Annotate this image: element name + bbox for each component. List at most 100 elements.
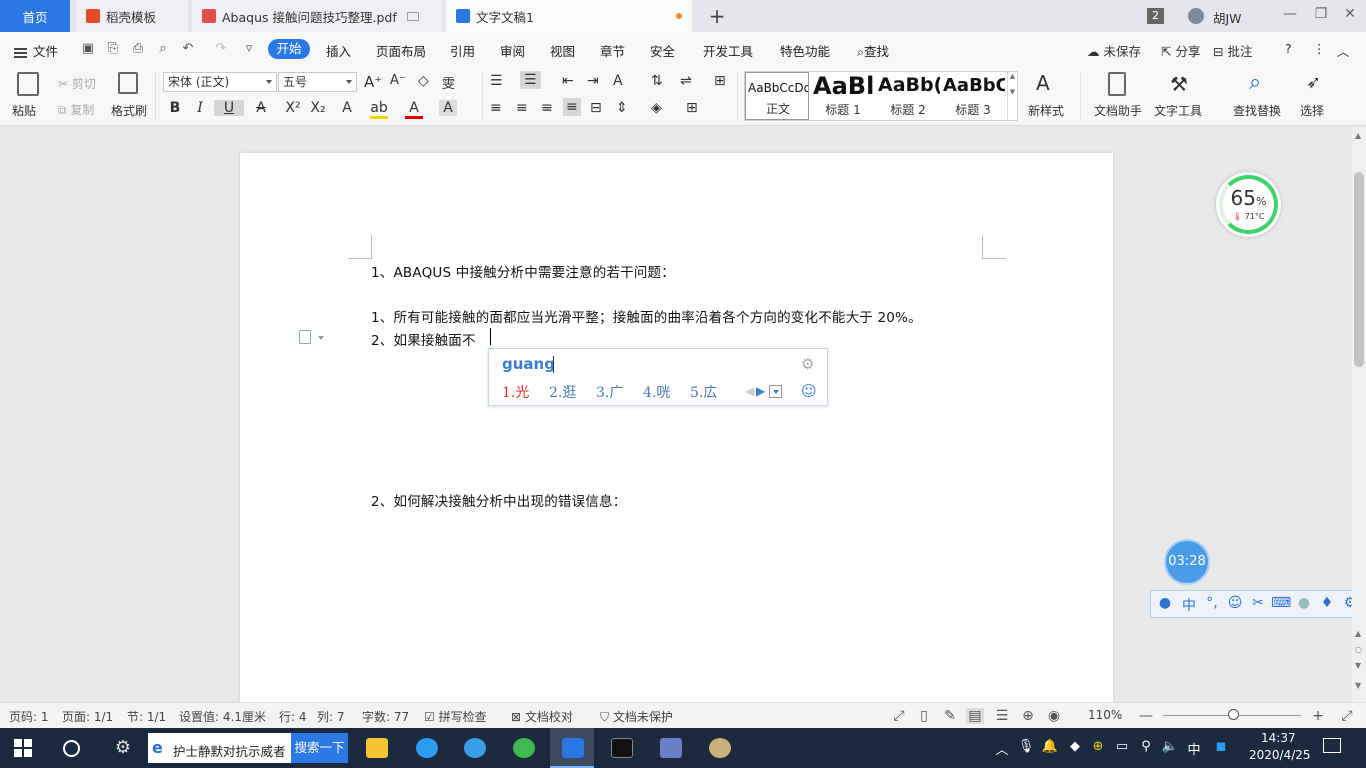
page-view-icon[interactable]: ▤ [966,708,984,724]
font-name-select[interactable]: 宋体 (正文) [163,72,277,92]
eye-protection-icon[interactable]: ◉ [1045,708,1063,724]
paragraph[interactable]: 1、ABAQUS 中接触分析中需要注意的若干问题： [371,261,675,281]
fullscreen-icon[interactable]: ⤢ [890,708,908,724]
format-painter-icon[interactable] [118,72,138,94]
task-view-icon[interactable]: ⚙ [112,737,134,759]
ime-candidate[interactable]: 1.光 [502,382,529,402]
gear-icon[interactable]: ⚙ [801,355,814,373]
align-center-icon[interactable]: ≡ [516,100,528,116]
find-replace-button[interactable]: 查找替换 [1233,102,1281,119]
screen-icon[interactable] [406,11,419,21]
close-icon[interactable]: ✕ [1340,6,1360,22]
style-normal[interactable]: AaBbCcDd 正文 [745,72,809,120]
font-color-icon[interactable]: A [405,100,423,119]
keyboard-icon[interactable]: ⌨ [1271,595,1291,611]
ime-indicator[interactable]: 中 [1185,739,1203,758]
restore-icon[interactable]: ❐ [1311,6,1331,22]
export-icon[interactable]: ⎘ [106,42,120,56]
highlight-icon[interactable]: ab [370,100,388,119]
menu-review[interactable]: 审阅 [500,41,525,60]
underline-icon[interactable]: U [214,100,244,116]
expand-icon[interactable]: ⤢ [1338,708,1356,724]
menu-features[interactable]: 特色功能 [780,41,830,60]
document-page[interactable]: 1、ABAQUS 中接触分析中需要注意的若干问题： 1、所有可能接触的面都应当光… [240,153,1113,702]
clock-time[interactable]: 14:37 [1261,731,1296,745]
decrease-indent-icon[interactable]: ⇤ [562,73,574,89]
plus-icon[interactable]: ⊕ [1089,739,1107,754]
style-heading-3[interactable]: AaBbC 标题 3 [941,72,1005,120]
menu-search[interactable]: ⌕查找 [857,41,889,60]
360-browser-app[interactable] [501,728,545,768]
ime-expand-icon[interactable] [769,385,782,398]
security-icon[interactable]: ◆ [1066,739,1084,754]
select-button[interactable]: 选择 [1300,102,1324,119]
menu-developer[interactable]: 开发工具 [703,41,753,60]
format-painter-button[interactable]: 格式刷 [111,102,147,119]
phonetic-icon[interactable]: 雯 [442,73,455,92]
window-count-badge[interactable]: 2 [1147,8,1164,24]
microphone-icon[interactable]: 🎙 [1017,739,1035,754]
paragraph[interactable]: 2、如果接触面不 [371,329,476,349]
shrink-font-icon[interactable]: A⁻ [390,73,406,88]
clock-date[interactable]: 2020/4/25 [1249,748,1311,762]
avatar[interactable] [1188,8,1204,24]
grow-font-icon[interactable]: A⁺ [364,73,382,91]
collapse-ribbon-icon[interactable]: ︿ [1337,41,1350,60]
clear-format-icon[interactable]: ◇ [418,73,429,89]
ime-candidate[interactable]: 2.逛 [549,382,576,402]
doc-assistant-button[interactable]: 文档助手 [1094,102,1142,119]
bell-icon[interactable]: 🔔 [1041,739,1059,754]
web-view-icon[interactable]: ⊕ [1019,708,1037,724]
menu-insert[interactable]: 插入 [326,41,351,60]
zoom-slider-handle[interactable] [1228,709,1239,720]
reading-mode-icon[interactable]: ▯ [915,708,933,724]
align-right-icon[interactable]: ≡ [541,100,553,116]
tab-home[interactable]: 首页 [0,0,70,32]
status-word-count[interactable]: 字数: 77 [362,708,409,725]
pen-icon[interactable]: ✎ [941,708,959,724]
chevron-down-icon[interactable] [318,336,324,340]
proofread-button[interactable]: ⊠ 文档校对 [511,708,573,725]
scrollbar-thumb[interactable] [1354,172,1364,367]
sort-icon[interactable]: ⇅ [651,73,663,89]
new-tab-button[interactable]: + [706,4,728,28]
user-name[interactable]: 胡JW [1213,8,1242,27]
cut-button[interactable]: ✂ 剪切 [58,75,96,92]
unsaved-button[interactable]: ☁ 未保存 [1087,41,1141,60]
ime-candidate[interactable]: 4.咣 [643,382,670,402]
punctuation-icon[interactable]: °, [1202,595,1222,611]
italic-icon[interactable]: I [191,100,209,116]
sogou-icon[interactable]: ◼ [1212,739,1230,754]
scroll-up-icon[interactable]: ▲ [1355,629,1361,638]
style-heading-2[interactable]: AaBb( 标题 2 [876,72,940,120]
zoom-out-icon[interactable]: — [1137,708,1155,724]
scroll-up-icon[interactable]: ▲ [1355,131,1361,140]
paragraph[interactable]: 2、如何解决接触分析中出现的错误信息： [371,490,626,510]
scroll-down-icon[interactable]: ▼ [1355,681,1361,690]
ime-prev-page-icon[interactable]: ◀ [745,384,754,398]
tab-pdf-document[interactable]: Abaqus 接触问题技巧整理.pdf [192,0,442,32]
strikethrough-icon[interactable]: A [252,100,270,116]
minimize-icon[interactable]: — [1280,6,1300,22]
file-explorer-app[interactable] [354,728,398,768]
status-pages[interactable]: 页面: 1/1 [62,708,113,725]
text-tools-button[interactable]: 文字工具 [1154,102,1202,119]
paragraph-spacing-icon[interactable]: ⇕ [616,100,628,116]
style-heading-1[interactable]: AaBl 标题 1 [811,72,875,120]
ime-next-page-icon[interactable]: ▶ [756,384,765,398]
user-icon[interactable]: ● [1294,595,1314,611]
protection-button[interactable]: ⛉ 文档未保护 [600,708,673,725]
vertical-scrollbar[interactable]: ▲ ▲ ○ ▼ ▼ [1352,127,1366,702]
menu-home[interactable]: 开始 [268,39,310,59]
subscript-icon[interactable]: X₂ [309,100,327,116]
menu-security[interactable]: 安全 [650,41,675,60]
wps-writer-app[interactable] [550,728,594,768]
comment-button[interactable]: ⊟ 批注 [1213,41,1252,60]
cortana-icon[interactable] [63,740,80,757]
doc-assistant-icon[interactable] [1108,72,1126,96]
battery-icon[interactable]: ▭ [1113,739,1131,754]
ime-mode-toggle[interactable]: 中 [1179,595,1199,615]
scroll-down-icon[interactable]: ▼ [1355,661,1361,670]
help-icon[interactable]: ? [1285,41,1292,56]
menu-file[interactable]: 文件 [14,41,58,60]
